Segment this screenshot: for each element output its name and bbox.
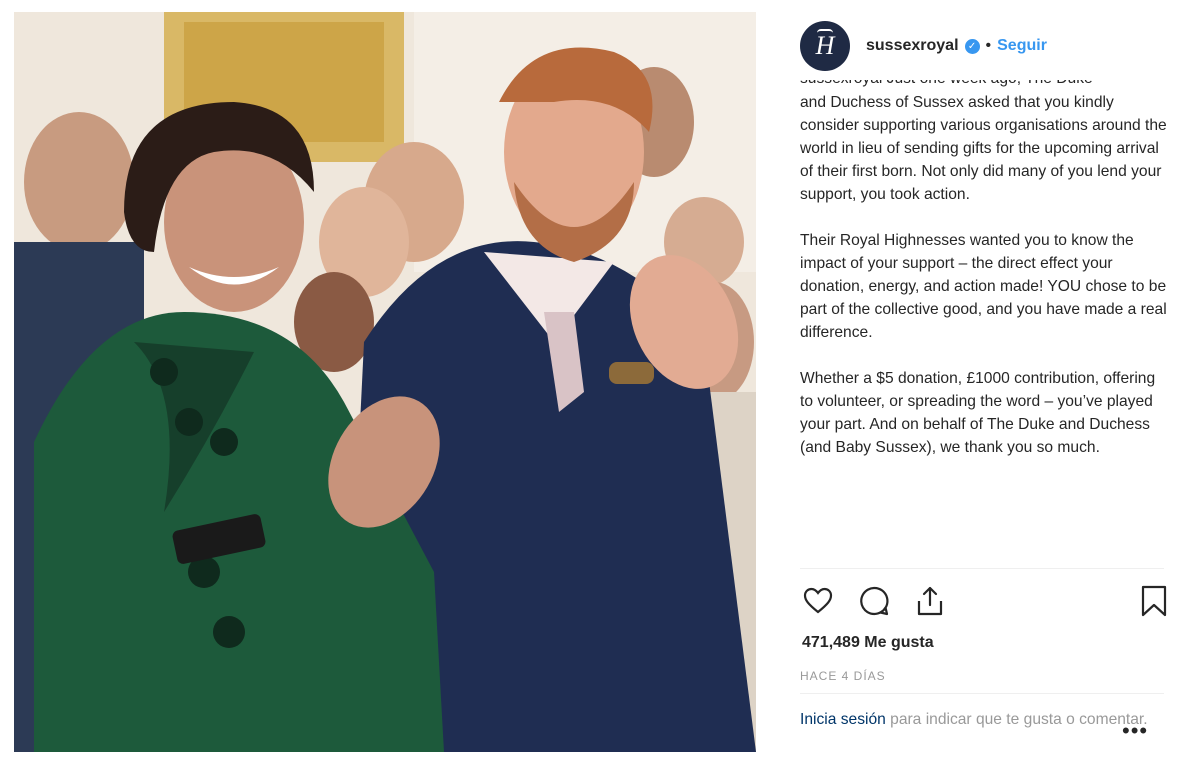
follow-button[interactable]: Seguir <box>997 37 1047 55</box>
post-sidebar: H sussexroyal ✓ • Seguir sussexroyal Jus… <box>782 0 1200 760</box>
divider <box>800 693 1164 694</box>
crown-icon <box>817 29 833 37</box>
login-link[interactable]: Inicia sesión <box>800 711 886 728</box>
more-options-button[interactable]: ••• <box>1122 718 1148 744</box>
caption-paragraph-1: and Duchess of Sussex asked that you kin… <box>800 94 1167 203</box>
bookmark-icon[interactable] <box>1140 585 1168 617</box>
post-timestamp[interactable]: HACE 4 DÍAS <box>800 669 886 683</box>
post-photo[interactable] <box>14 12 756 752</box>
post-actions <box>802 585 1168 621</box>
share-icon[interactable] <box>914 585 946 617</box>
divider <box>800 568 1164 569</box>
login-prompt: Inicia sesión para indicar que te gusta … <box>800 708 1170 731</box>
verified-badge-icon: ✓ <box>964 38 980 54</box>
comment-icon[interactable] <box>858 585 890 617</box>
avatar[interactable]: H <box>800 21 850 71</box>
heart-icon[interactable] <box>802 585 834 617</box>
username-link[interactable]: sussexroyal <box>866 37 959 55</box>
separator-dot: • <box>985 37 992 54</box>
caption-clipped-line: sussexroyal Just one week ago, The Duke <box>800 80 1172 91</box>
login-prompt-text: para indicar que te gusta o comentar. <box>885 711 1148 728</box>
post-header: H sussexroyal ✓ • Seguir <box>800 20 1180 72</box>
post-caption: sussexroyal Just one week ago, The Duke … <box>800 80 1172 550</box>
like-count[interactable]: 471,489 Me gusta <box>802 634 934 652</box>
post-photo-illustration <box>14 12 756 752</box>
caption-paragraph-2: Their Royal Highnesses wanted you to kno… <box>800 232 1167 341</box>
caption-paragraph-3: Whether a $5 donation, £1000 contributio… <box>800 370 1156 456</box>
caption-clipped-text: sussexroyal Just one week ago, The Duke <box>800 80 1172 90</box>
